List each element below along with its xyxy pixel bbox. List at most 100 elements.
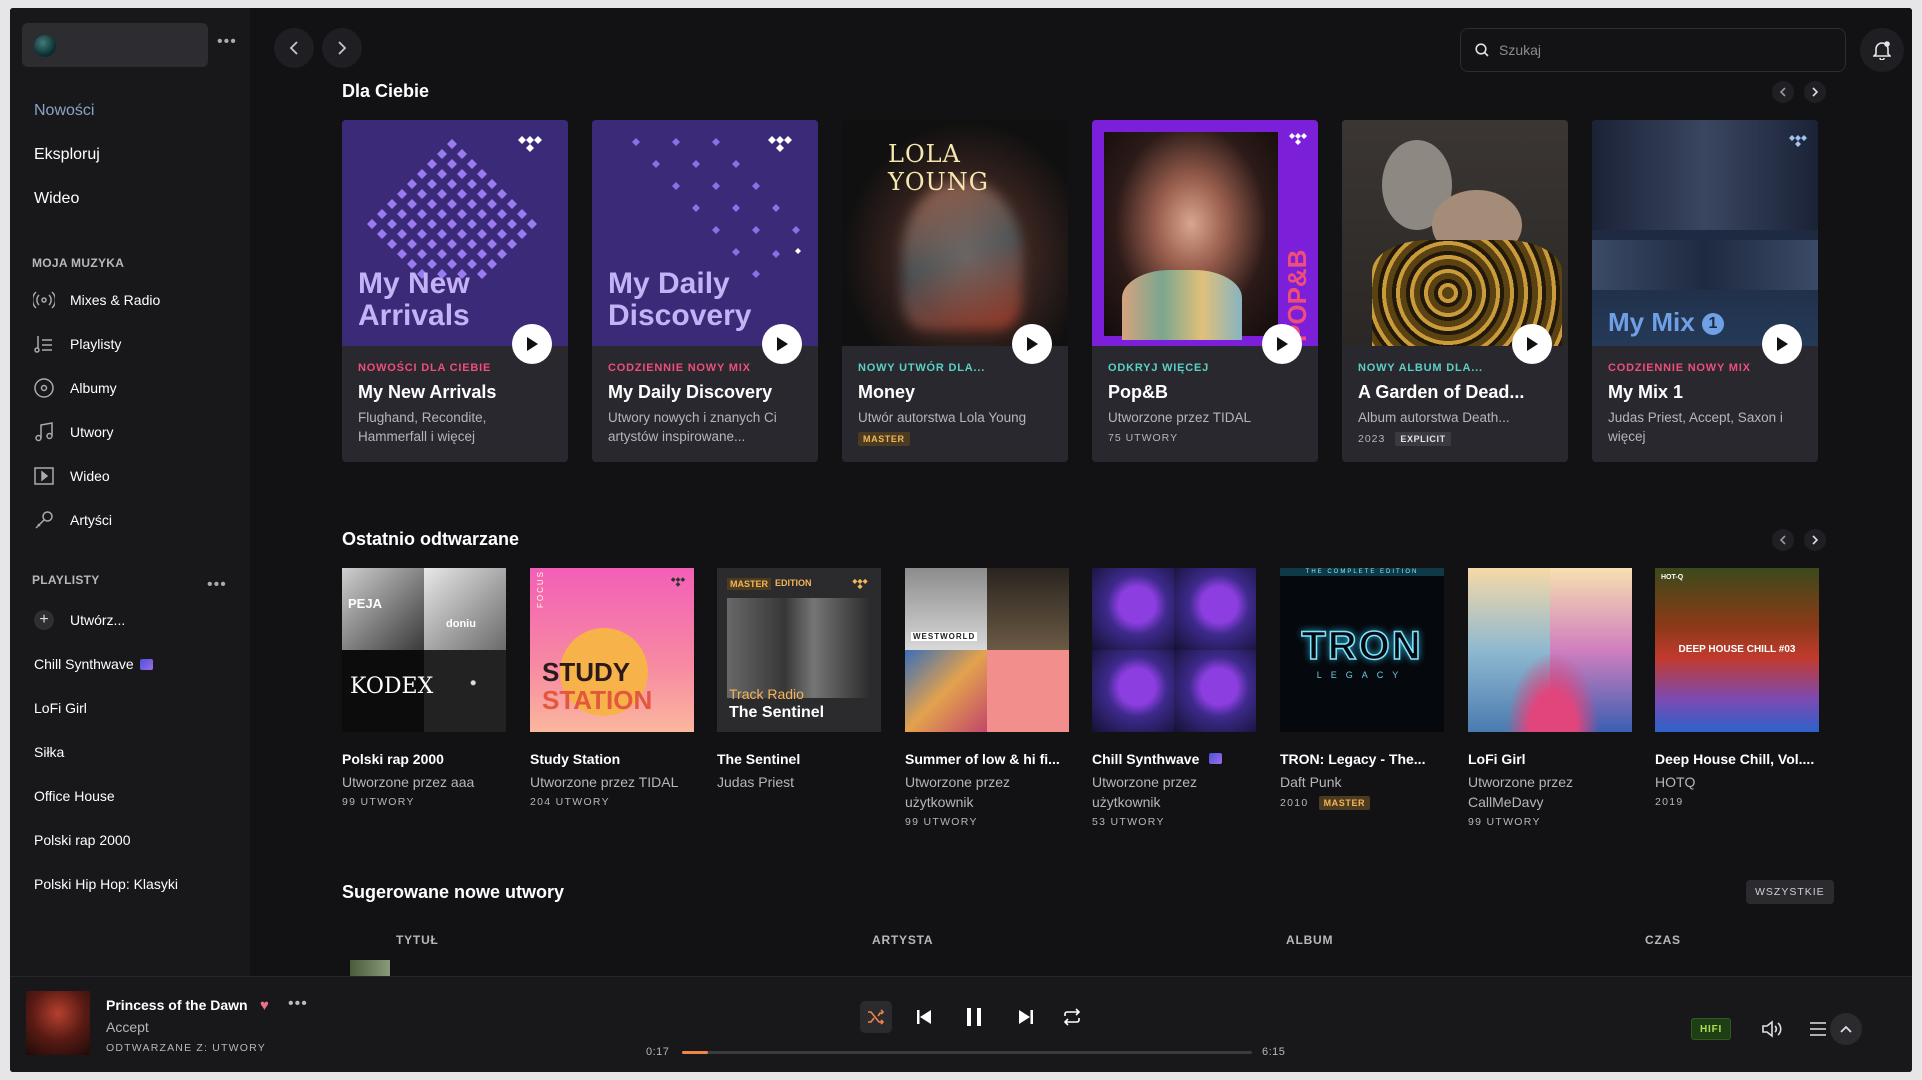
sidebar-playlist-item[interactable]: LoFi Girl: [32, 686, 178, 730]
notifications-button[interactable]: [1860, 28, 1904, 72]
sidebar-playlist-item[interactable]: Siłka: [32, 730, 178, 774]
for-you-card[interactable]: My Mix 1 CODZIENNIE NOWY MIX My Mix 1 Ju…: [1592, 120, 1818, 462]
search-input[interactable]: [1499, 42, 1799, 58]
more-icon[interactable]: •••: [217, 33, 237, 51]
sidebar-item-tracks[interactable]: Utwory: [32, 410, 160, 454]
art-text: doniu: [446, 618, 476, 630]
track-count: 53 UTWORY: [1092, 816, 1165, 828]
sidebar-playlist-item[interactable]: Polski rap 2000: [32, 818, 178, 862]
queue-button[interactable]: [1806, 1017, 1830, 1041]
recent-item[interactable]: LoFi Girl Utworzone przez CallMeDavy 99 …: [1468, 568, 1632, 828]
previous-button[interactable]: [908, 1001, 940, 1033]
shuffle-button[interactable]: [860, 1001, 892, 1033]
diamond-dot: [507, 199, 517, 209]
playlist-label: Polski Hip Hop: Klasyki: [34, 876, 178, 892]
for-you-card[interactable]: POP&B ODKRYJ WIĘCEJ Pop&B Utworzone prze…: [1092, 120, 1318, 462]
diamond-dot: [387, 219, 397, 229]
carousel-prev-button[interactable]: [1772, 81, 1794, 103]
forward-button[interactable]: [322, 28, 362, 68]
sidebar-playlist-item[interactable]: Chill Synthwave: [32, 642, 178, 686]
back-button[interactable]: [274, 28, 314, 68]
diamond-dot: [437, 229, 447, 239]
sidebar-item-video[interactable]: Wideo: [32, 454, 160, 498]
expand-button[interactable]: [1830, 1013, 1862, 1045]
progress-bar[interactable]: [682, 1051, 1252, 1054]
tidal-logo-icon: [1289, 133, 1307, 145]
sidebar-item-playlists[interactable]: Playlisty: [32, 322, 160, 366]
diamond-dot: [397, 229, 407, 239]
profile-button[interactable]: [22, 23, 208, 67]
play-button[interactable]: [1012, 324, 1052, 364]
recent-item[interactable]: PEJA doniu KODEX Polski rap 2000 Utworzo…: [342, 568, 506, 808]
recent-item[interactable]: MASTER EDITION Track Radio The Sentinel …: [717, 568, 881, 792]
diamond-dot: [417, 229, 427, 239]
shuffle-icon: [868, 1009, 885, 1025]
for-you-card[interactable]: My Daily Discovery CODZIENNIE NOWY MIX M…: [592, 120, 818, 462]
search-box[interactable]: [1460, 28, 1846, 72]
for-you-card[interactable]: NOWY ALBUM DLA... A Garden of Dead... Al…: [1342, 120, 1568, 462]
card-meta: MASTER: [858, 432, 910, 446]
year: 2010: [1280, 797, 1309, 809]
recent-item[interactable]: STUDY STATION FOCUS Study Station Utworz…: [530, 568, 694, 808]
heart-icon[interactable]: ♥: [260, 997, 269, 1014]
pause-button[interactable]: [958, 1001, 990, 1033]
play-button[interactable]: [1762, 324, 1802, 364]
recent-item[interactable]: HOT-Q DEEP HOUSE CHILL #03 Deep House Ch…: [1655, 568, 1819, 808]
art-text: TRON: [1301, 623, 1423, 669]
diamond-dot: [437, 149, 447, 159]
card-kicker: CODZIENNIE NOWY MIX: [608, 362, 751, 374]
column-header-album[interactable]: ALBUM: [1286, 933, 1333, 947]
recent-item[interactable]: THE COMPLETE EDITION TRON LEGACY TRON: L…: [1280, 568, 1444, 810]
recent-item[interactable]: WESTWORLD Summer of low & hi fi... Utwor…: [905, 568, 1069, 828]
playlists-title: PLAYLISTY: [32, 573, 100, 587]
diamond-dot: [377, 209, 387, 219]
now-playing-cover[interactable]: [26, 991, 90, 1055]
diamond-dot: [417, 209, 427, 219]
diamond-dot: [467, 219, 477, 229]
carousel-next-button[interactable]: [1804, 81, 1826, 103]
play-button[interactable]: [1262, 324, 1302, 364]
sidebar-playlist-item[interactable]: Polski Hip Hop: Klasyki: [32, 862, 178, 906]
column-header-artist[interactable]: ARTYSTA: [872, 933, 933, 947]
more-icon[interactable]: •••: [288, 995, 308, 1013]
playlists-more-icon[interactable]: •••: [207, 576, 227, 594]
tidal-logo-icon: [670, 577, 686, 587]
carousel-next-button[interactable]: [1804, 529, 1826, 551]
item-subtitle: Utworzone przez aaa: [342, 774, 475, 790]
now-playing-title[interactable]: Princess of the Dawn: [106, 997, 248, 1013]
volume-button[interactable]: [1760, 1017, 1784, 1041]
for-you-card[interactable]: My New Arrivals NOWOŚCI DLA CIEBIE My Ne…: [342, 120, 568, 462]
quality-badge[interactable]: HIFI: [1691, 1018, 1732, 1040]
nav-item-new[interactable]: Nowości: [34, 100, 100, 144]
sidebar-item-artists[interactable]: Artyści: [32, 498, 160, 542]
play-button[interactable]: [1512, 324, 1552, 364]
sidebar-item-label: Utwory: [70, 424, 114, 440]
create-playlist-button[interactable]: + Utwórz...: [32, 598, 178, 642]
sidebar-item-label: Playlisty: [70, 336, 122, 352]
art-text: STATION: [542, 685, 653, 715]
card-meta: 2023 EXPLICIT: [1358, 432, 1451, 446]
repeat-button[interactable]: [1056, 1001, 1088, 1033]
recent-item[interactable]: Chill Synthwave Utworzone przez użytkown…: [1092, 568, 1256, 828]
column-header-title[interactable]: TYTUŁ: [396, 933, 439, 947]
nav-item-video[interactable]: Wideo: [34, 188, 100, 232]
view-all-button[interactable]: WSZYSTKIE: [1746, 880, 1834, 904]
diamond-dot: [497, 209, 507, 219]
now-playing-artist[interactable]: Accept: [106, 1019, 149, 1035]
play-button[interactable]: [762, 324, 802, 364]
sidebar-item-albums[interactable]: Albumy: [32, 366, 160, 410]
for-you-card[interactable]: LOLA YOUNG NOWY UTWÓR DLA... Money Utwór…: [842, 120, 1068, 462]
card-title: Money: [858, 382, 916, 402]
carousel-prev-button[interactable]: [1772, 529, 1794, 551]
diamond-dot: [447, 179, 457, 189]
art-text: STUDY: [542, 657, 631, 687]
playing-from[interactable]: ODTWARZANE Z: UTWORY: [106, 1042, 266, 1054]
track-count: 99 UTWORY: [342, 796, 415, 808]
item-title-text: Chill Synthwave: [1092, 751, 1200, 767]
sidebar-item-mixes[interactable]: Mixes & Radio: [32, 278, 160, 322]
next-button[interactable]: [1010, 1001, 1042, 1033]
nav-item-explore[interactable]: Eksploruj: [34, 144, 100, 188]
play-button[interactable]: [512, 324, 552, 364]
sidebar-playlist-item[interactable]: Office House: [32, 774, 178, 818]
column-header-time[interactable]: CZAS: [1645, 933, 1681, 947]
